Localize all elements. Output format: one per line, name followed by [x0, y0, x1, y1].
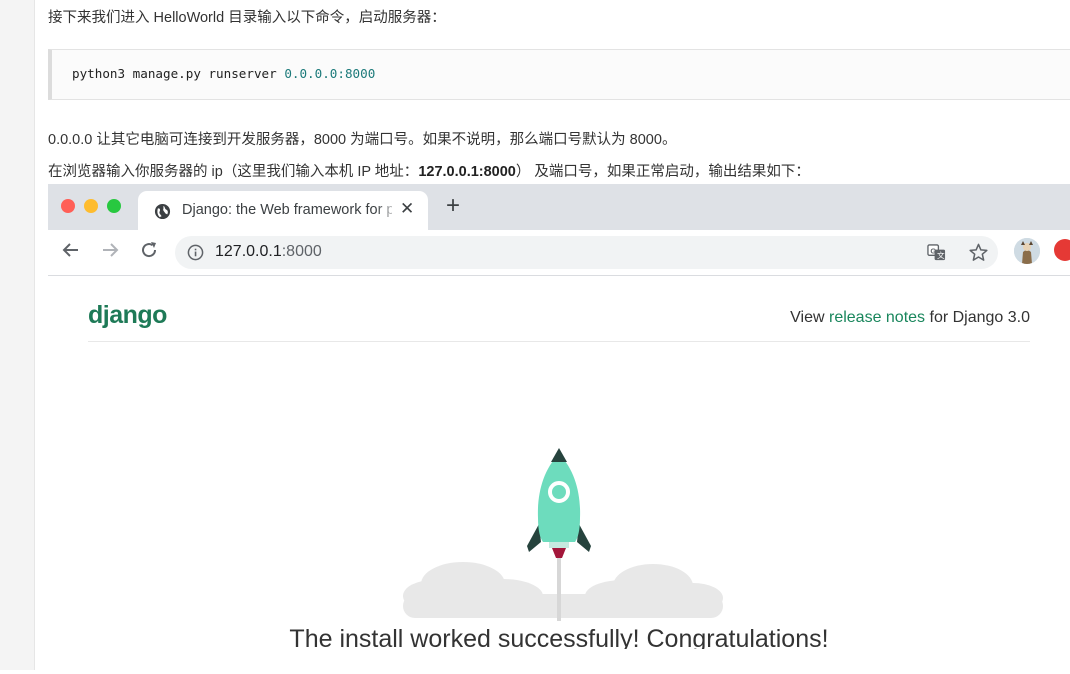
release-notes-prefix: View — [790, 309, 829, 326]
code-block: python3 manage.py runserver 0.0.0.0:8000 — [48, 49, 1070, 100]
forward-arrow-icon[interactable] — [100, 240, 120, 260]
tab-strip: Django: the Web framework for perfection… — [48, 184, 1070, 230]
close-window-dot[interactable] — [61, 199, 75, 213]
rocket-base — [549, 542, 569, 548]
svg-text:文: 文 — [937, 250, 945, 260]
browser-toolbar: 127.0.0.1:8000 G 文 — [48, 230, 1070, 276]
rocket-flame — [552, 548, 566, 558]
success-headline: The install worked successfully! Congrat… — [289, 625, 829, 649]
new-tab-icon[interactable]: + — [446, 193, 460, 219]
article-paragraph-2: 0.0.0.0 让其它电脑可连接到开发服务器，8000 为端口号。如果不说明，那… — [48, 132, 677, 148]
minimize-window-dot[interactable] — [84, 199, 98, 213]
code-address: 0.0.0.0:8000 — [284, 66, 376, 81]
profile-avatar[interactable] — [1014, 238, 1040, 264]
extension-icon[interactable] — [1054, 239, 1070, 261]
tab-title: Django: the Web framework for perfection… — [182, 202, 392, 218]
cloud-graphic — [403, 562, 723, 618]
header-divider — [88, 341, 1030, 342]
url-host: 127.0.0.1 — [215, 243, 282, 260]
avatar-picture — [1014, 238, 1040, 264]
code-line: python3 manage.py runserver 0.0.0.0:8000 — [72, 66, 375, 81]
release-notes-link[interactable]: release notes — [829, 309, 925, 326]
rocket-nose — [551, 448, 567, 462]
bookmark-star-icon[interactable] — [968, 242, 989, 263]
reload-icon[interactable] — [139, 240, 159, 260]
paragraph-3-address: 127.0.0.1:8000 — [418, 164, 516, 180]
paragraph-3-text-end: ） 及端口号，如果正常启动，输出结果如下： — [515, 164, 810, 180]
code-command: python3 manage.py runserver — [72, 66, 285, 81]
release-notes-text: View release notes for Django 3.0 — [790, 309, 1030, 327]
headline-area: The install worked successfully! Congrat… — [48, 625, 1070, 649]
close-tab-icon[interactable]: ✕ — [400, 199, 414, 219]
zoom-window-dot[interactable] — [107, 199, 121, 213]
article-paragraph-1: 接下来我们进入 HelloWorld 目录输入以下命令，启动服务器： — [48, 10, 446, 26]
release-notes-suffix: for Django 3.0 — [925, 309, 1030, 326]
globe-icon — [154, 203, 171, 220]
article-paragraph-3: 在浏览器输入你服务器的 ip（这里我们输入本机 IP 地址：127.0.0.1:… — [48, 160, 810, 181]
address-bar[interactable]: 127.0.0.1:8000 G 文 — [175, 236, 998, 269]
url-port: :8000 — [281, 243, 322, 260]
browser-screenshot: Django: the Web framework for perfection… — [48, 184, 1070, 674]
paragraph-3-text: 在浏览器输入你服务器的 ip（这里我们输入本机 IP 地址： — [48, 164, 419, 180]
tab-title-fade — [376, 197, 400, 225]
translate-icon[interactable]: G 文 — [927, 243, 946, 262]
rocket-illustration — [403, 448, 723, 621]
django-logo: django — [88, 301, 167, 329]
browser-tab[interactable]: Django: the Web framework for perfection… — [138, 191, 428, 230]
svg-text:G: G — [930, 246, 936, 255]
url-text[interactable]: 127.0.0.1:8000 — [215, 243, 322, 261]
back-arrow-icon[interactable] — [61, 240, 81, 260]
rocket-window — [548, 481, 570, 503]
left-gutter — [0, 0, 35, 670]
exhaust-trail — [557, 556, 561, 621]
info-icon[interactable] — [187, 244, 204, 261]
